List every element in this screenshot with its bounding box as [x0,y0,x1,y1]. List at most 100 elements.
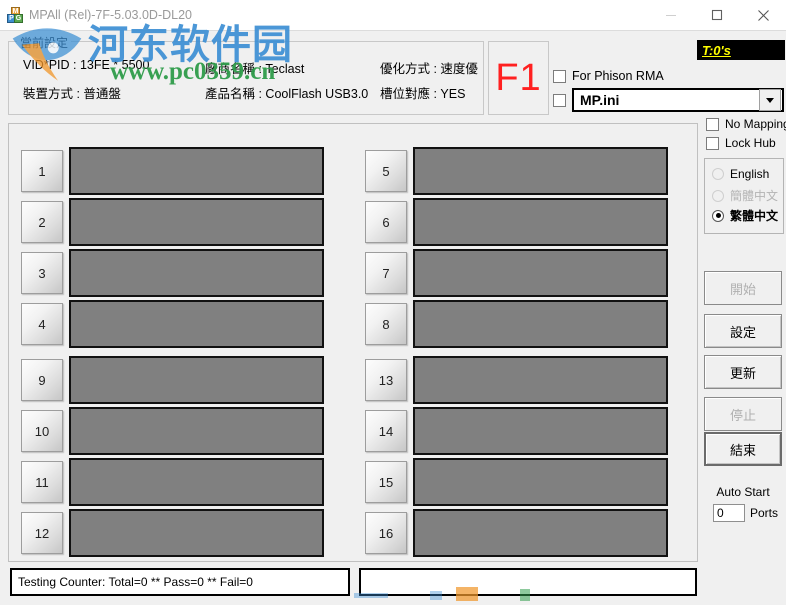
port-button-7[interactable]: 7 [365,252,407,294]
config-button[interactable]: 設定 [704,314,782,348]
exit-button-label: 結束 [729,442,756,458]
auto-start-label: Auto Start [716,485,770,499]
port-status-14 [413,407,668,455]
port-status-15 [413,458,668,506]
port-status-12 [69,509,324,557]
timer-badge-text: T:0's [702,42,731,58]
port-status-4 [69,300,324,348]
port-button-16[interactable]: 16 [365,512,407,554]
window-title: MPAll (Rel)-7F-5.03.0D-DL20 [29,8,193,22]
port-status-5 [413,147,668,195]
port-status-1 [69,147,324,195]
ports-panel: 1 2 3 4 5 6 7 8 9 10 11 12 13 14 15 16 [8,123,698,562]
port-number-14: 14 [378,423,394,439]
maximize-button[interactable] [694,0,740,30]
chevron-down-icon[interactable] [759,89,781,111]
start-button: 開始 [704,271,782,305]
phison-rma-row[interactable]: For Phison RMA [553,69,664,83]
vid-pid-text: VID*PID : 13FE * 5500 [23,58,150,72]
port-number-7: 7 [382,265,390,281]
product-name-text: 產品名稱 : CoolFlash USB3.0 [205,87,369,101]
ini-file-checkbox[interactable] [553,93,566,107]
port-number-4: 4 [38,316,46,332]
language-label-english: English [730,167,770,181]
minimize-button[interactable] [648,0,694,30]
exit-button[interactable]: 結束 [704,432,782,466]
port-status-9 [69,356,324,404]
config-button-label: 設定 [729,324,756,340]
ini-file-row[interactable]: MP.ini [553,88,784,112]
no-mapping-row[interactable]: No Mapping [706,117,786,131]
auto-start-row[interactable]: 0 Ports [713,504,778,522]
port-status-3 [69,249,324,297]
ini-file-combobox[interactable]: MP.ini [572,88,784,112]
app-icon: MPG [7,7,23,23]
language-label-simplified: 簡體中文 [730,189,779,203]
testing-counter-panel: Testing Counter: Total=0 ** Pass=0 ** Fa… [10,568,350,596]
no-mapping-label: No Mapping [725,117,786,131]
auto-start-units: Ports [750,506,779,520]
port-button-12[interactable]: 12 [21,512,63,554]
port-button-4[interactable]: 4 [21,303,63,345]
port-button-8[interactable]: 8 [365,303,407,345]
update-button[interactable]: 更新 [704,355,782,389]
lock-hub-row[interactable]: Lock Hub [706,136,776,150]
auto-start-input[interactable]: 0 [713,504,745,522]
port-number-3: 3 [38,265,46,281]
port-button-3[interactable]: 3 [21,252,63,294]
port-button-11[interactable]: 11 [21,461,63,503]
port-number-5: 5 [382,163,390,179]
port-button-5[interactable]: 5 [365,150,407,192]
port-status-7 [413,249,668,297]
lock-hub-label: Lock Hub [725,136,776,150]
radio-icon-simplified [712,189,724,202]
timer-badge: T:0's [697,40,785,60]
close-button[interactable] [740,0,786,30]
port-button-10[interactable]: 10 [21,410,63,452]
port-number-6: 6 [382,214,390,230]
port-number-9: 9 [38,372,46,388]
phison-rma-label: For Phison RMA [572,69,664,83]
radio-icon-english[interactable] [712,168,724,180]
port-button-15[interactable]: 15 [365,461,407,503]
port-number-16: 16 [378,525,394,541]
radio-icon-traditional[interactable] [712,209,724,222]
language-group: English 簡體中文 繁體中文 [704,158,784,234]
port-status-8 [413,300,668,348]
port-number-12: 12 [34,525,50,541]
port-button-13[interactable]: 13 [365,359,407,401]
port-number-15: 15 [378,474,394,490]
port-status-2 [69,198,324,246]
port-button-6[interactable]: 6 [365,201,407,243]
port-status-13 [413,356,668,404]
title-bar: MPG MPAll (Rel)-7F-5.03.0D-DL20 [0,0,786,31]
port-number-11: 11 [35,474,49,490]
window-controls [648,0,786,30]
port-number-1: 1 [38,163,46,179]
phison-rma-checkbox[interactable] [553,69,566,83]
stop-button-label: 停止 [729,407,756,423]
port-status-11 [69,458,324,506]
radio-language-traditional[interactable]: 繁體中文 [712,207,778,224]
port-button-14[interactable]: 14 [365,410,407,452]
radio-language-english[interactable]: English [712,167,769,181]
port-number-2: 2 [38,214,46,230]
port-status-6 [413,198,668,246]
port-status-16 [413,509,668,557]
port-button-1[interactable]: 1 [21,150,63,192]
current-settings-title: 當前設定 [17,34,72,51]
port-number-10: 10 [34,423,50,439]
lock-hub-checkbox[interactable] [706,136,719,150]
port-status-10 [69,407,324,455]
testing-counter-text: Testing Counter: Total=0 ** Pass=0 ** Fa… [18,575,253,589]
start-button-label: 開始 [729,281,756,297]
f1-label: F1 [495,57,542,99]
optimize-mode-text: 優化方式 : 速度優 [380,62,478,76]
port-button-9[interactable]: 9 [21,359,63,401]
function-key-indicator: F1 [488,41,549,115]
log-panel [359,568,697,596]
no-mapping-checkbox[interactable] [706,117,719,131]
slot-mapping-text: 槽位對應 : YES [380,87,466,101]
port-number-8: 8 [382,316,390,332]
port-button-2[interactable]: 2 [21,201,63,243]
